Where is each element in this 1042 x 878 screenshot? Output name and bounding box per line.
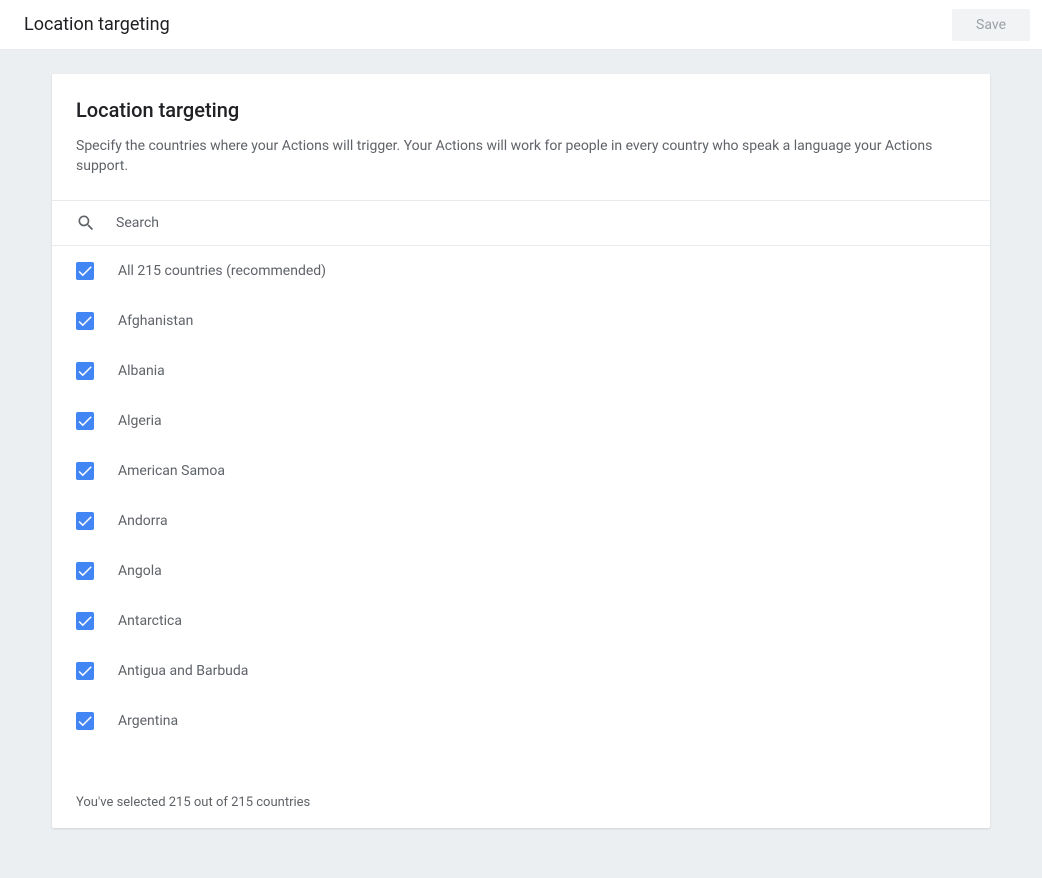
list-item[interactable]: Antigua and Barbuda	[52, 646, 990, 696]
checkbox[interactable]	[76, 362, 94, 380]
checkbox[interactable]	[76, 462, 94, 480]
item-label: Albania	[118, 363, 165, 379]
checkbox[interactable]	[76, 662, 94, 680]
page-wrapper: Location targeting Specify the countries…	[0, 50, 1042, 852]
country-list[interactable]: All 215 countries (recommended) Afghanist…	[52, 246, 990, 776]
item-label: Andorra	[118, 513, 168, 529]
checkbox[interactable]	[76, 712, 94, 730]
list-item[interactable]: Algeria	[52, 396, 990, 446]
search-icon	[76, 213, 96, 233]
item-label: Antarctica	[118, 613, 182, 629]
item-label: All 215 countries (recommended)	[118, 263, 326, 279]
list-item[interactable]: Angola	[52, 546, 990, 596]
save-button[interactable]: Save	[952, 9, 1030, 41]
checkbox[interactable]	[76, 412, 94, 430]
checkbox[interactable]	[76, 262, 94, 280]
list-item[interactable]: American Samoa	[52, 446, 990, 496]
item-label: Argentina	[118, 713, 178, 729]
checkbox[interactable]	[76, 512, 94, 530]
item-label: American Samoa	[118, 463, 225, 479]
selection-footer: You've selected 215 out of 215 countries	[52, 776, 990, 828]
list-item[interactable]: Argentina	[52, 696, 990, 746]
list-item[interactable]: All 215 countries (recommended)	[52, 246, 990, 296]
item-label: Antigua and Barbuda	[118, 663, 248, 679]
top-bar: Location targeting Save	[0, 0, 1042, 50]
location-targeting-card: Location targeting Specify the countries…	[52, 74, 990, 828]
search-input[interactable]	[116, 215, 966, 231]
list-item[interactable]: Afghanistan	[52, 296, 990, 346]
list-item[interactable]: Andorra	[52, 496, 990, 546]
checkbox[interactable]	[76, 312, 94, 330]
card-description: Specify the countries where your Actions…	[76, 136, 966, 176]
item-label: Afghanistan	[118, 313, 193, 329]
item-label: Angola	[118, 563, 162, 579]
search-row	[52, 200, 990, 246]
page-title: Location targeting	[24, 14, 170, 35]
card-header: Location targeting Specify the countries…	[52, 74, 990, 200]
item-label: Algeria	[118, 413, 162, 429]
list-item[interactable]: Albania	[52, 346, 990, 396]
card-title: Location targeting	[76, 98, 966, 122]
checkbox[interactable]	[76, 562, 94, 580]
checkbox[interactable]	[76, 612, 94, 630]
list-item[interactable]: Antarctica	[52, 596, 990, 646]
